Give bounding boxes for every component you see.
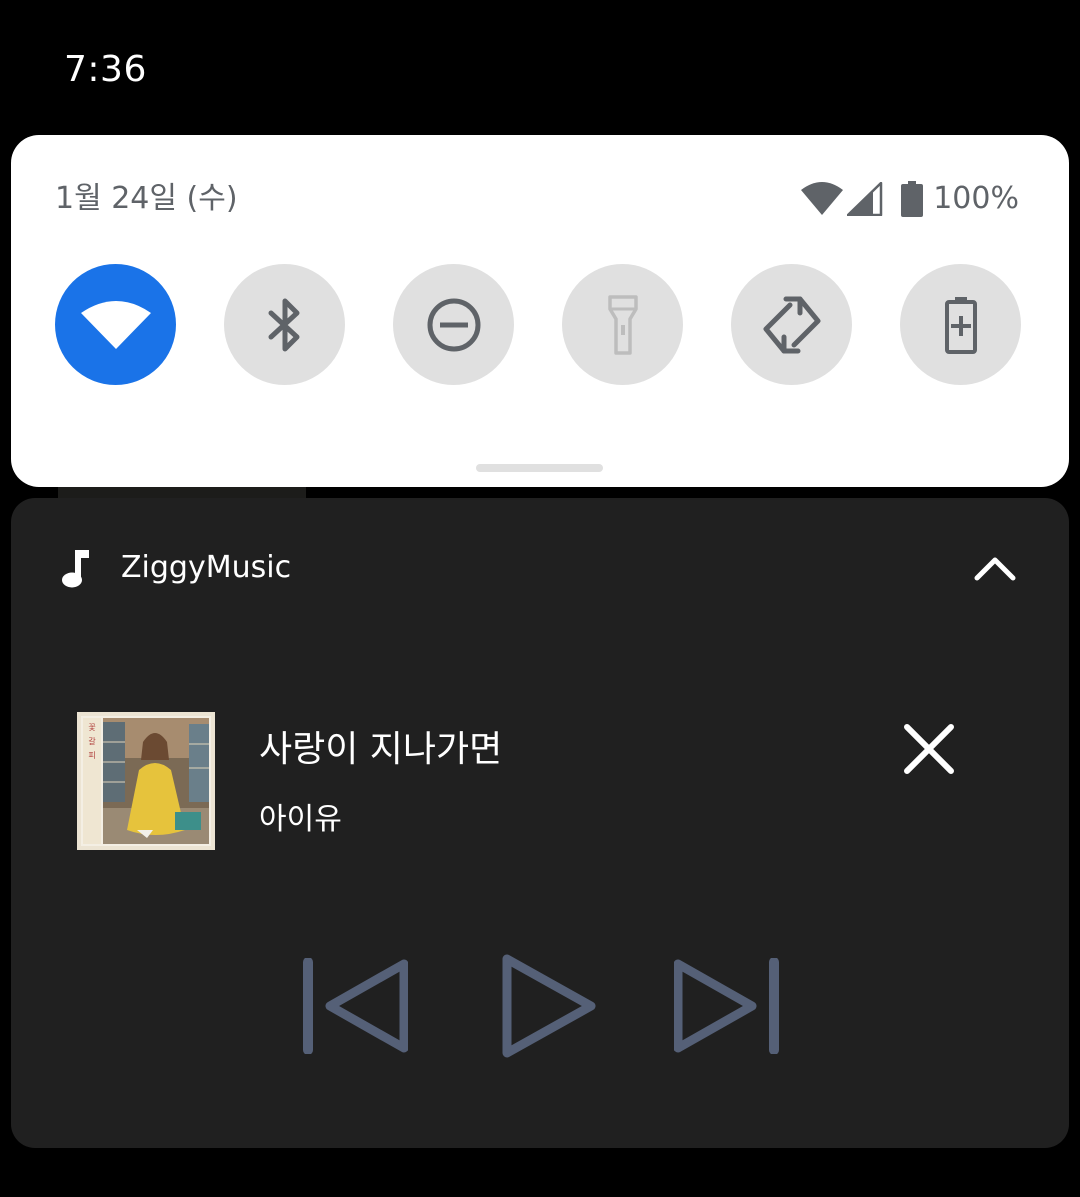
qs-tile-battery-saver[interactable]: [900, 264, 1021, 385]
previous-button[interactable]: [293, 946, 413, 1066]
album-art: 꽃 갈 피: [77, 712, 215, 850]
bluetooth-icon: [268, 298, 299, 351]
wifi-status-icon: [801, 182, 844, 215]
song-title: 사랑이 지나가면: [259, 729, 503, 770]
wifi-icon: [80, 300, 151, 349]
next-icon: [674, 958, 779, 1054]
chevron-up-icon: [974, 557, 1016, 581]
svg-text:꽃: 꽃: [88, 723, 95, 732]
play-icon: [502, 954, 596, 1058]
collapse-button[interactable]: [965, 544, 1025, 592]
qs-tile-flashlight[interactable]: [562, 264, 683, 385]
play-button[interactable]: [489, 946, 609, 1066]
flashlight-icon: [607, 294, 638, 355]
qs-tile-auto-rotate[interactable]: [731, 264, 852, 385]
battery-percentage: 100%: [933, 181, 1019, 216]
dismiss-button[interactable]: [895, 715, 963, 783]
qs-date[interactable]: 1월 24일 (수): [55, 179, 238, 219]
do-not-disturb-icon: [427, 298, 480, 351]
qs-tile-bluetooth[interactable]: [224, 264, 345, 385]
quick-settings-panel: 1월 24일 (수) 100%: [11, 135, 1069, 487]
status-bar-clock: 7:36: [64, 49, 147, 90]
next-button[interactable]: [669, 946, 789, 1066]
qs-tile-wifi[interactable]: [55, 264, 176, 385]
previous-icon: [303, 958, 408, 1054]
auto-rotate-icon: [763, 296, 820, 353]
svg-text:피: 피: [88, 751, 95, 760]
artist-name: 아이유: [259, 802, 342, 837]
background-content-sliver: [58, 487, 306, 498]
media-notification[interactable]: ZiggyMusic 꽃 갈 피 사랑이 지나가면 아이유: [11, 498, 1069, 1148]
qs-tile-do-not-disturb[interactable]: [393, 264, 514, 385]
music-note-icon: [62, 550, 89, 588]
qs-drag-handle[interactable]: [476, 464, 603, 472]
battery-saver-icon: [944, 296, 977, 354]
svg-text:갈: 갈: [88, 737, 96, 746]
battery-status-icon: [901, 181, 924, 217]
close-icon: [904, 724, 954, 774]
cell-signal-icon: [847, 182, 883, 216]
app-name: ZiggyMusic: [121, 550, 292, 585]
qs-status-icons: 100%: [801, 179, 1019, 219]
